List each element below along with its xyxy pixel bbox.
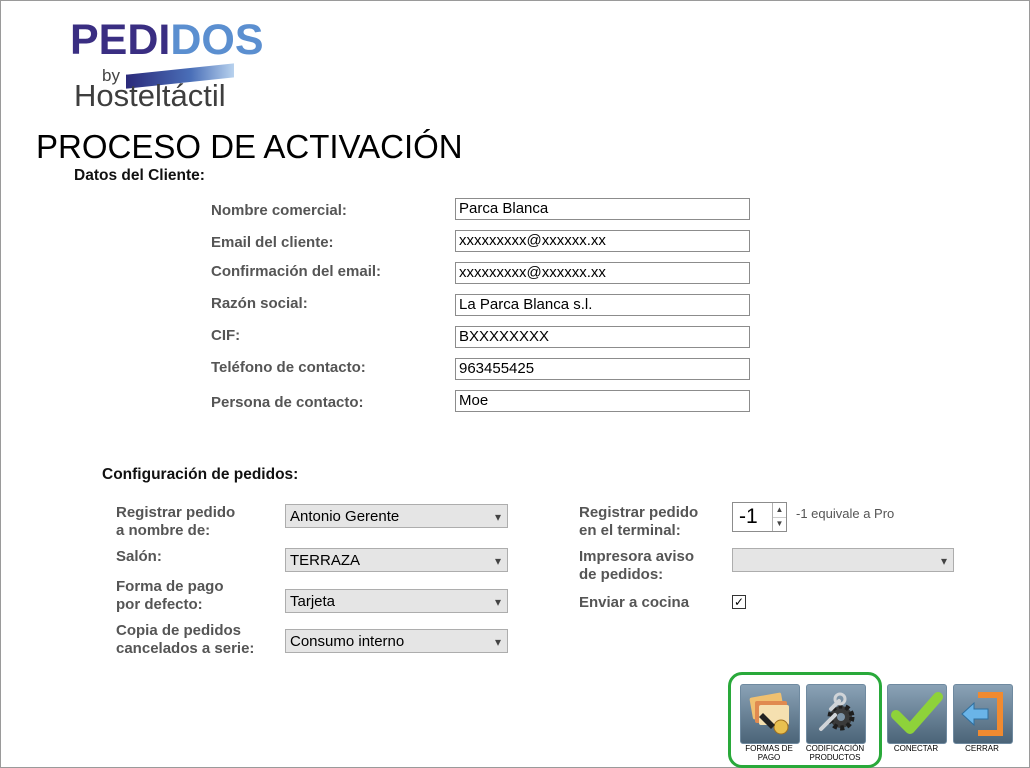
cocina-label: Enviar a cocina: [579, 594, 690, 611]
formas-pago-button[interactable]: [740, 684, 800, 744]
cif-input[interactable]: BXXXXXXXX: [455, 326, 750, 348]
email-input[interactable]: xxxxxxxxx@xxxxxx.xx: [455, 230, 750, 252]
conectar-label: CONECTAR: [893, 744, 939, 753]
codificacion-label-line1: CODIFICACIÓN: [805, 744, 865, 753]
nombre-comercial-label: Nombre comercial:: [211, 202, 347, 219]
confirm-email-label: Confirmación del email:: [211, 263, 382, 280]
terminal-spinner[interactable]: -1 ▲ ▼: [732, 502, 787, 532]
salon-value: TERRAZA: [290, 552, 361, 569]
telefono-label: Teléfono de contacto:: [211, 359, 366, 376]
pedidos-logo: PEDIDOS by Hosteltáctil: [68, 16, 264, 116]
impresora-select[interactable]: ▾: [732, 548, 954, 572]
logo-title: PEDIDOS: [70, 16, 264, 65]
confirm-email-input[interactable]: xxxxxxxxx@xxxxxx.xx: [455, 262, 750, 284]
terminal-label: Registrar pedido en el terminal:: [579, 504, 698, 540]
copia-value: Consumo interno: [290, 633, 405, 650]
page-title: PROCESO DE ACTIVACIÓN: [36, 128, 463, 165]
formas-pago-label: FORMAS DE PAGO: [738, 744, 800, 762]
wrench-gear-icon: [819, 692, 855, 731]
cerrar-button[interactable]: [953, 684, 1013, 744]
cocina-checkbox[interactable]: ✓: [732, 595, 746, 609]
copia-label-line2: cancelados a serie:: [116, 640, 255, 657]
formas-pago-label-line2: PAGO: [757, 753, 781, 762]
terminal-value: -1: [739, 505, 758, 528]
forma-pago-value: Tarjeta: [290, 593, 336, 610]
terminal-label-line1: Registrar pedido: [579, 504, 699, 521]
persona-contacto-input[interactable]: Moe: [455, 390, 750, 412]
salon-label: Salón:: [116, 548, 162, 565]
cif-label: CIF:: [211, 327, 241, 344]
impresora-label-line1: Impresora aviso: [579, 548, 695, 565]
terminal-label-line2: en el terminal:: [579, 522, 681, 539]
logo-title-part2: DOS: [170, 16, 264, 64]
chevron-down-icon: ▾: [494, 510, 501, 524]
email-label: Email del cliente:: [211, 234, 334, 251]
nombre-comercial-input[interactable]: Parca Blanca: [455, 198, 750, 220]
chevron-down-icon: ▾: [494, 554, 501, 568]
logo-brand: Hosteltáctil: [74, 78, 226, 113]
copia-label: Copia de pedidos cancelados a serie:: [116, 622, 254, 658]
spinner-buttons: ▲ ▼: [772, 503, 786, 531]
registrar-nombre-label: Registrar pedido a nombre de:: [116, 504, 235, 540]
logo-title-part1: PEDI: [70, 16, 171, 64]
impresora-label: Impresora aviso de pedidos:: [579, 548, 694, 584]
config-heading: Configuración de pedidos:: [102, 466, 299, 483]
payment-cards-icon: [749, 692, 789, 735]
forma-pago-label: Forma de pago por defecto:: [116, 578, 224, 614]
cliente-heading: Datos del Cliente:: [74, 167, 205, 184]
spin-up-icon[interactable]: ▲: [773, 503, 786, 518]
copia-label-line1: Copia de pedidos: [116, 622, 242, 639]
salon-select[interactable]: TERRAZA ▾: [285, 548, 508, 572]
formas-pago-label-line1: FORMAS DE: [745, 744, 793, 753]
cerrar-label: CERRAR: [965, 744, 999, 753]
registrar-nombre-label-line1: Registrar pedido: [116, 504, 236, 521]
chevron-down-icon: ▾: [494, 595, 501, 609]
terminal-hint: -1 equivale a Pro: [796, 506, 895, 521]
forma-pago-label-line1: Forma de pago: [116, 578, 224, 595]
chevron-down-icon: ▾: [940, 554, 947, 568]
razon-social-input[interactable]: La Parca Blanca s.l.: [455, 294, 750, 316]
telefono-input[interactable]: 963455425: [455, 358, 750, 380]
registrar-nombre-select[interactable]: Antonio Gerente ▾: [285, 504, 508, 528]
copia-select[interactable]: Consumo interno ▾: [285, 629, 508, 653]
conectar-button[interactable]: [887, 684, 947, 744]
persona-contacto-label: Persona de contacto:: [211, 394, 364, 411]
checkmark-icon: [891, 692, 943, 734]
registrar-nombre-label-line2: a nombre de:: [116, 522, 211, 539]
spin-down-icon[interactable]: ▼: [773, 517, 786, 531]
forma-pago-label-line2: por defecto:: [116, 596, 203, 613]
exit-door-icon: [961, 692, 1003, 736]
razon-social-label: Razón social:: [211, 295, 308, 312]
chevron-down-icon: ▾: [494, 635, 501, 649]
codificacion-button[interactable]: [806, 684, 866, 744]
codificacion-label-line2: PRODUCTOS: [809, 753, 861, 762]
registrar-nombre-value: Antonio Gerente: [290, 508, 400, 525]
impresora-label-line2: de pedidos:: [579, 566, 664, 583]
forma-pago-select[interactable]: Tarjeta ▾: [285, 589, 508, 613]
codificacion-label: CODIFICACIÓN PRODUCTOS: [800, 744, 870, 762]
